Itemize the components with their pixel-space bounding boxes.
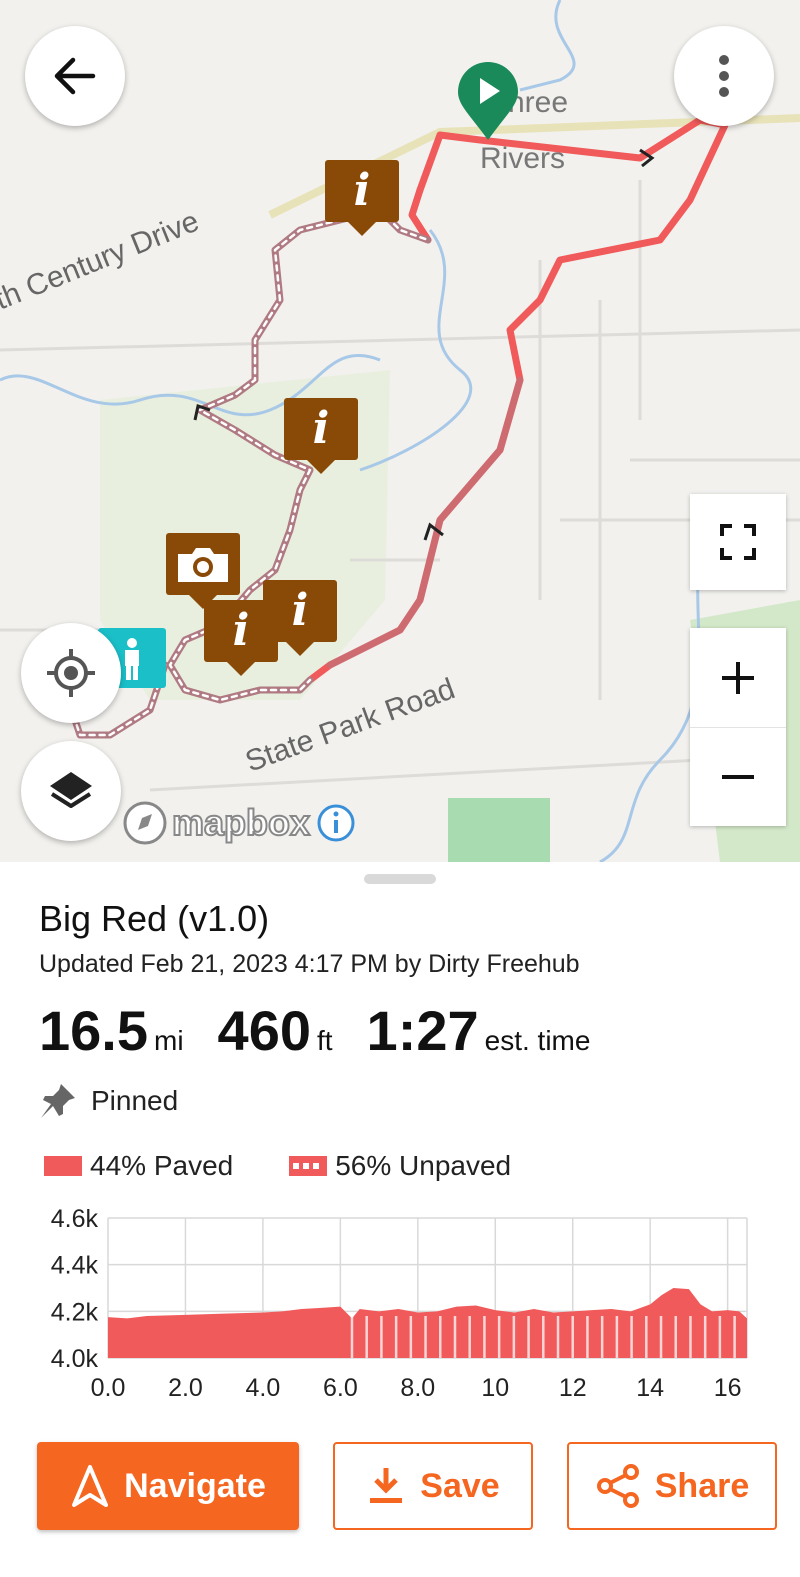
save-button[interactable]: Save xyxy=(333,1442,533,1530)
elevation-area xyxy=(108,1288,747,1358)
route-stats: 16.5 mi 460 ft 1:27 est. time xyxy=(39,998,624,1063)
x-tick-label: 12 xyxy=(559,1374,587,1402)
layers-button[interactable] xyxy=(21,741,121,841)
navigate-label: Navigate xyxy=(124,1466,266,1505)
map-attribution: mapbox xyxy=(122,800,356,846)
share-button[interactable]: Share xyxy=(567,1442,777,1530)
mapbox-label: mapbox xyxy=(171,801,311,844)
route-details-sheet: Big Red (v1.0) Updated Feb 21, 2023 4:17… xyxy=(0,862,800,1577)
paved-label: 44% Paved xyxy=(90,1150,234,1181)
x-tick-label: 10 xyxy=(481,1374,509,1402)
fullscreen-button[interactable] xyxy=(690,494,786,590)
zoom-out-icon xyxy=(722,774,754,779)
pinned-status[interactable]: Pinned xyxy=(39,1082,178,1120)
x-tick-label: 6.0 xyxy=(323,1374,358,1402)
navigate-arrow-icon xyxy=(72,1465,109,1507)
fullscreen-icon xyxy=(720,524,756,560)
map-canvas[interactable]: th Century Drive State Park Road hree Ri… xyxy=(0,0,800,862)
back-arrow-icon xyxy=(54,57,96,95)
route-title: Big Red (v1.0) xyxy=(39,898,270,939)
elevation-unit: ft xyxy=(316,1025,333,1056)
zoom-out-button[interactable] xyxy=(690,728,786,826)
camera-poi-icon[interactable] xyxy=(166,533,240,609)
zoom-controls xyxy=(690,628,786,826)
map-view[interactable]: th Century Drive State Park Road hree Ri… xyxy=(0,0,800,862)
info-poi-icon[interactable]: i xyxy=(325,160,399,236)
pinned-label: Pinned xyxy=(91,1085,179,1116)
info-poi-icon[interactable]: i xyxy=(204,600,278,676)
more-options-button[interactable] xyxy=(674,26,774,126)
sheet-drag-handle[interactable] xyxy=(364,874,436,884)
more-vertical-icon xyxy=(719,55,729,97)
info-poi-icon[interactable]: i xyxy=(284,398,358,474)
x-tick-label: 8.0 xyxy=(400,1374,435,1402)
y-tick-label: 4.6k xyxy=(51,1205,99,1233)
x-tick-label: 2.0 xyxy=(168,1374,203,1402)
road-label-century: th Century Drive xyxy=(0,205,204,317)
mapbox-logo-icon xyxy=(123,801,167,845)
x-tick-label: 4.0 xyxy=(246,1374,281,1402)
share-icon xyxy=(596,1464,639,1508)
y-tick-label: 4.0k xyxy=(51,1345,99,1373)
elevation-chart[interactable]: 4.0k 4.2k 4.4k 4.6k 0.0 2.0 4.0 6.0 8.0 10 12 14 16 xyxy=(0,1202,800,1412)
surface-legend: 44% Paved 56% Unpaved xyxy=(44,1150,511,1182)
y-tick-label: 4.4k xyxy=(51,1252,99,1280)
my-location-icon xyxy=(47,649,95,697)
distance-value: 16.5 xyxy=(39,999,148,1062)
x-tick-label: 0.0 xyxy=(91,1374,126,1402)
zoom-in-button[interactable] xyxy=(690,629,786,728)
save-label: Save xyxy=(420,1466,500,1505)
share-label: Share xyxy=(654,1466,750,1505)
elevation-value: 460 xyxy=(217,999,311,1062)
unpaved-label: 56% Unpaved xyxy=(335,1150,512,1181)
paved-swatch xyxy=(44,1156,82,1176)
my-location-button[interactable] xyxy=(21,623,121,723)
pin-icon xyxy=(41,1084,75,1118)
zoom-in-icon xyxy=(722,661,754,694)
info-attribution-icon[interactable] xyxy=(316,803,356,843)
layers-icon xyxy=(50,772,92,808)
download-icon xyxy=(370,1468,403,1503)
navigate-button[interactable]: Navigate xyxy=(37,1442,299,1530)
distance-unit: mi xyxy=(154,1025,184,1056)
back-button[interactable] xyxy=(25,26,125,126)
x-tick-label: 14 xyxy=(636,1374,664,1402)
time-value: 1:27 xyxy=(366,999,479,1062)
x-tick-label: 16 xyxy=(714,1374,742,1402)
y-tick-label: 4.2k xyxy=(51,1298,99,1326)
route-updated: Updated Feb 21, 2023 4:17 PM by Dirty Fr… xyxy=(39,950,580,978)
unpaved-swatch xyxy=(289,1156,328,1176)
time-unit: est. time xyxy=(484,1025,591,1056)
